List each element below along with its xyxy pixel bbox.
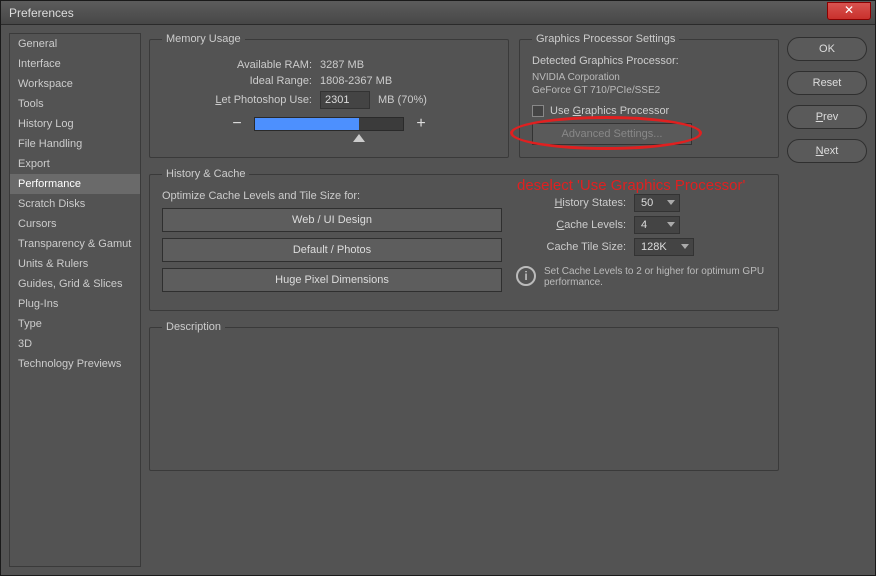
use-gpu-checkbox[interactable]: [532, 105, 544, 117]
cache-levels-label: Cache Levels:: [516, 219, 626, 231]
gpu-model: GeForce GT 710/PCIe/SSE2: [532, 85, 660, 96]
description-legend: Description: [162, 321, 225, 333]
chevron-down-icon: [667, 200, 675, 205]
sidebar-item-technology-previews[interactable]: Technology Previews: [10, 354, 140, 374]
huge-pixel-dimensions-button[interactable]: Huge Pixel Dimensions: [162, 268, 502, 292]
sidebar: General Interface Workspace Tools Histor…: [9, 33, 141, 567]
memory-slider[interactable]: [254, 117, 404, 131]
sidebar-item-transparency-gamut[interactable]: Transparency & Gamut: [10, 234, 140, 254]
preferences-window: Preferences ✕ General Interface Workspac…: [0, 0, 876, 576]
let-photoshop-use-label: Let Photoshop Use:: [162, 94, 312, 106]
sidebar-item-performance[interactable]: Performance: [10, 174, 140, 194]
sidebar-item-type[interactable]: Type: [10, 314, 140, 334]
dialog-buttons: OK Reset Prev Next: [787, 33, 867, 567]
memory-plus-button[interactable]: +: [414, 115, 428, 133]
memory-usage-legend: Memory Usage: [162, 33, 245, 45]
sidebar-item-tools[interactable]: Tools: [10, 94, 140, 114]
next-button[interactable]: Next: [787, 139, 867, 163]
ideal-range-label: Ideal Range:: [162, 75, 312, 87]
web-ui-design-button[interactable]: Web / UI Design: [162, 208, 502, 232]
sidebar-item-history-log[interactable]: History Log: [10, 114, 140, 134]
sidebar-item-guides-grid-slices[interactable]: Guides, Grid & Slices: [10, 274, 140, 294]
use-gpu-row: Use Graphics Processor: [532, 105, 766, 117]
description-group: Description: [149, 321, 779, 471]
history-cache-legend: History & Cache: [162, 168, 249, 180]
titlebar: Preferences ✕: [1, 1, 875, 25]
history-states-select[interactable]: 50: [634, 194, 680, 212]
sidebar-item-export[interactable]: Export: [10, 154, 140, 174]
memory-slider-handle[interactable]: [353, 134, 365, 142]
sidebar-item-cursors[interactable]: Cursors: [10, 214, 140, 234]
sidebar-item-workspace[interactable]: Workspace: [10, 74, 140, 94]
cache-levels-select[interactable]: 4: [634, 216, 680, 234]
use-gpu-label: Use Graphics Processor: [550, 105, 669, 117]
close-button[interactable]: ✕: [827, 2, 871, 20]
main-panel: Memory Usage Available RAM: 3287 MB Idea…: [141, 33, 787, 567]
gpu-info-text: NVIDIA Corporation GeForce GT 710/PCIe/S…: [532, 71, 766, 97]
available-ram-label: Available RAM:: [162, 59, 312, 71]
sidebar-item-file-handling[interactable]: File Handling: [10, 134, 140, 154]
optimize-label: Optimize Cache Levels and Tile Size for:: [162, 190, 502, 202]
history-states-label: History States:: [516, 197, 626, 209]
history-cache-group: History & Cache Optimize Cache Levels an…: [149, 168, 779, 311]
gpu-settings-group: Graphics Processor Settings Detected Gra…: [519, 33, 779, 158]
memory-slider-fill: [255, 118, 359, 130]
sidebar-item-scratch-disks[interactable]: Scratch Disks: [10, 194, 140, 214]
ok-button[interactable]: OK: [787, 37, 867, 61]
sidebar-item-general[interactable]: General: [10, 34, 140, 54]
advanced-settings-button[interactable]: Advanced Settings...: [532, 123, 692, 145]
memory-minus-button[interactable]: −: [230, 115, 244, 133]
default-photos-button[interactable]: Default / Photos: [162, 238, 502, 262]
content-area: General Interface Workspace Tools Histor…: [1, 25, 875, 575]
available-ram-value: 3287 MB: [320, 59, 364, 71]
memory-usage-group: Memory Usage Available RAM: 3287 MB Idea…: [149, 33, 509, 158]
sidebar-item-3d[interactable]: 3D: [10, 334, 140, 354]
close-icon: ✕: [844, 3, 854, 17]
chevron-down-icon: [681, 244, 689, 249]
sidebar-item-interface[interactable]: Interface: [10, 54, 140, 74]
window-title: Preferences: [1, 6, 74, 20]
sidebar-item-plug-ins[interactable]: Plug-Ins: [10, 294, 140, 314]
memory-use-input[interactable]: [320, 91, 370, 109]
prev-button[interactable]: Prev: [787, 105, 867, 129]
cache-tile-size-label: Cache Tile Size:: [516, 241, 626, 253]
reset-button[interactable]: Reset: [787, 71, 867, 95]
sidebar-item-units-rulers[interactable]: Units & Rulers: [10, 254, 140, 274]
ideal-range-value: 1808-2367 MB: [320, 75, 392, 87]
detected-gpu-label: Detected Graphics Processor:: [532, 55, 766, 67]
info-icon: i: [516, 266, 536, 286]
gpu-settings-legend: Graphics Processor Settings: [532, 33, 679, 45]
cache-tile-size-select[interactable]: 128K: [634, 238, 694, 256]
cache-info-text: Set Cache Levels to 2 or higher for opti…: [544, 266, 766, 288]
gpu-vendor: NVIDIA Corporation: [532, 72, 620, 83]
memory-use-suffix: MB (70%): [378, 94, 427, 106]
chevron-down-icon: [667, 222, 675, 227]
